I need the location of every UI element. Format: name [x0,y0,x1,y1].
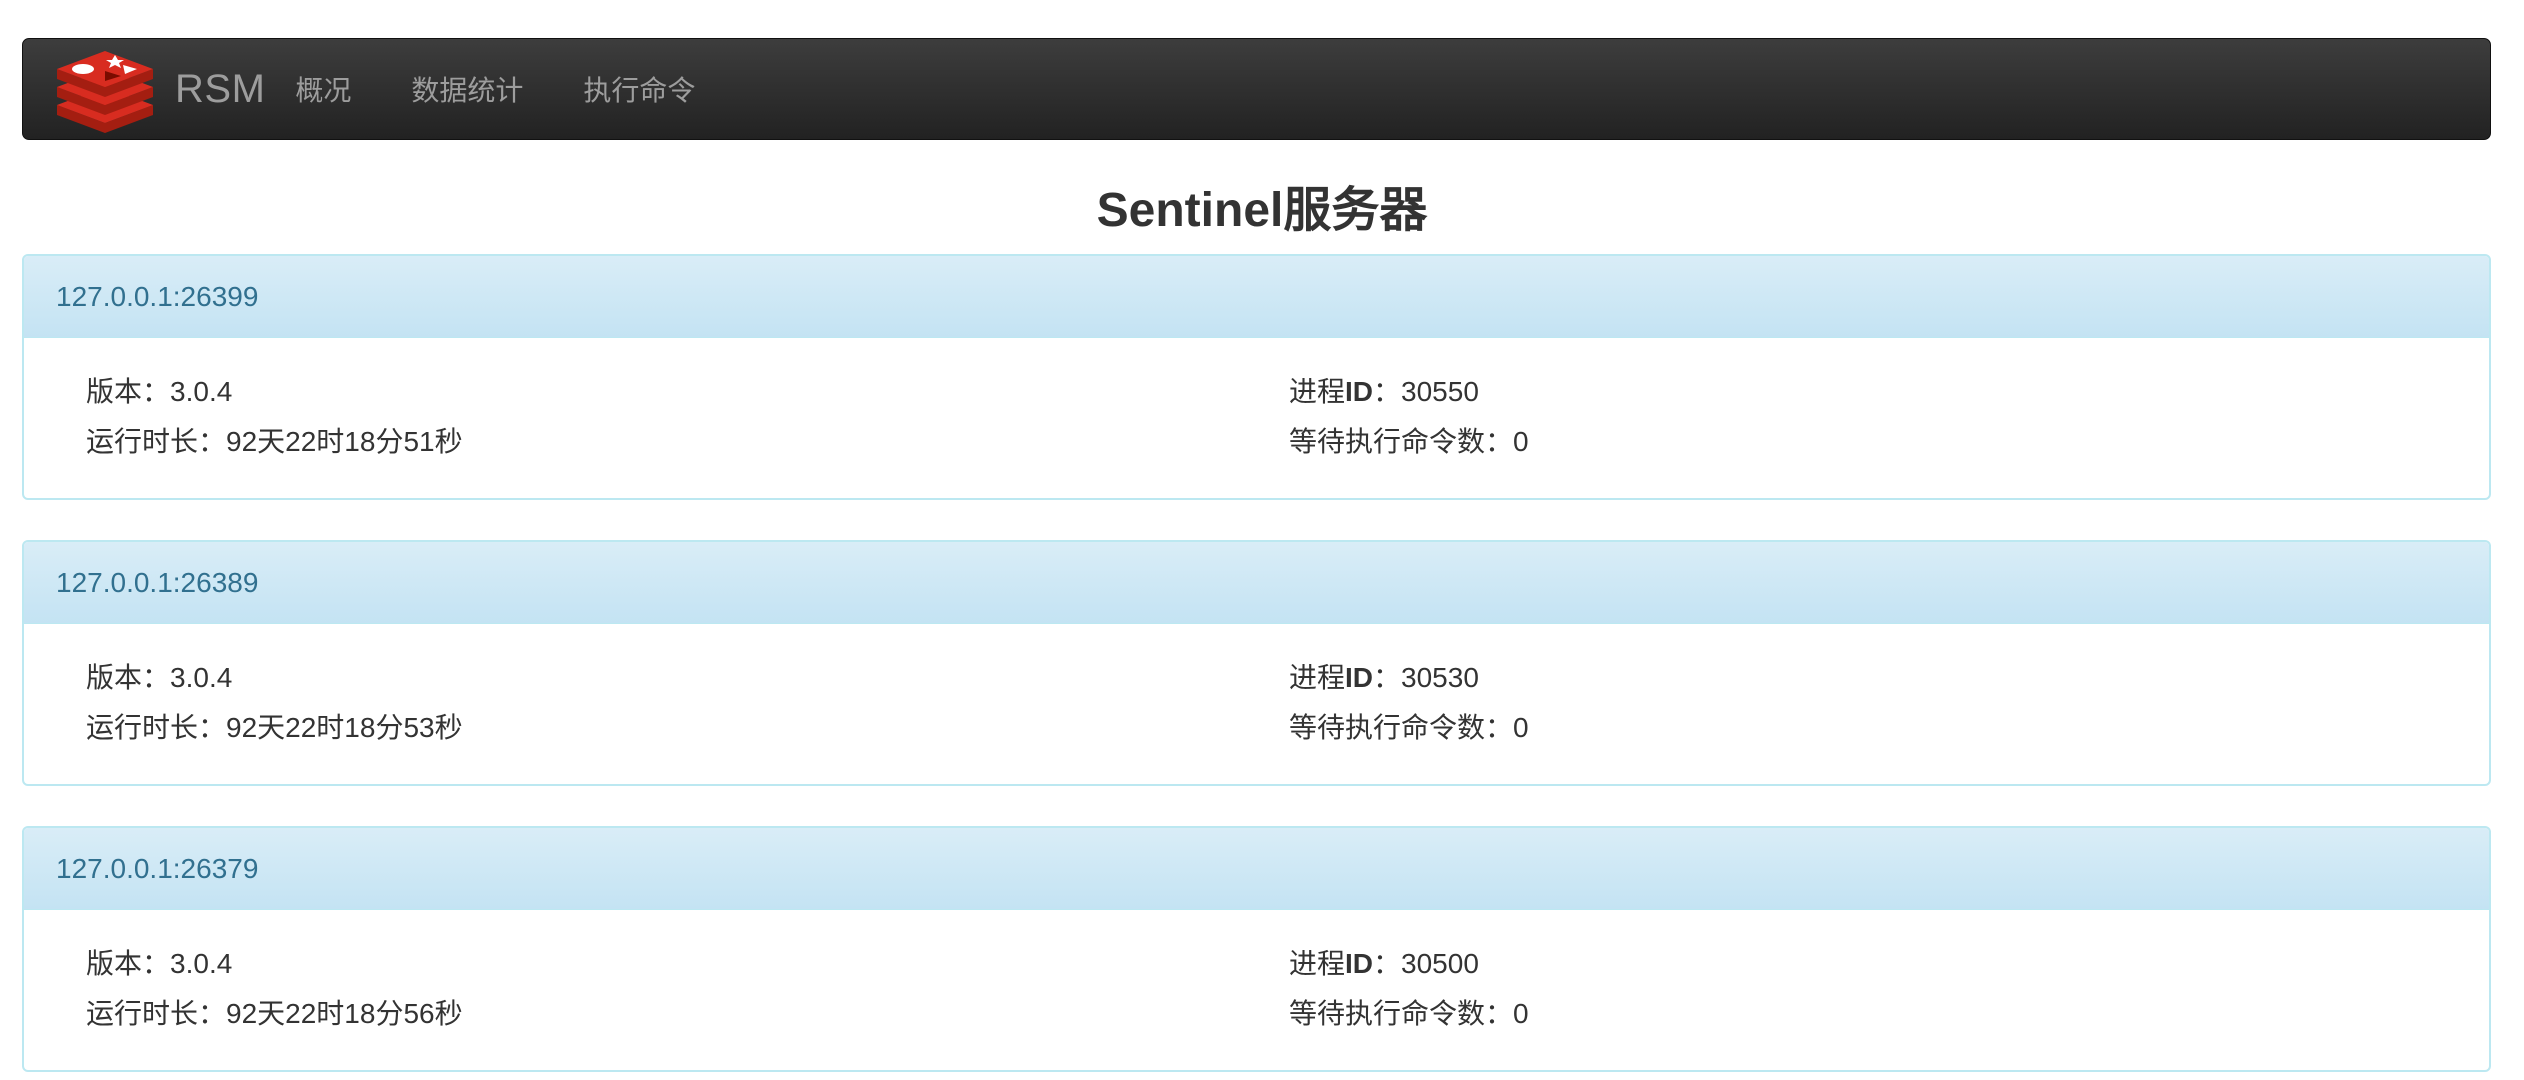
version-field: 版本：3.0.4 [86,942,232,982]
page-title: Sentinel服务器 [1096,184,1428,237]
redis-logo-icon [57,51,153,133]
uptime-value: 92天22时18分53秒 [226,712,463,743]
pending-commands-label: 等待执行命令数： [1289,426,1514,457]
pid-label-prefix: 进程 [1289,948,1346,979]
pid-label-colon: ： [1373,662,1402,693]
pid-field: 进程ID：30530 [1289,656,1479,696]
pid-value: 30530 [1401,662,1479,693]
uptime-field: 运行时长：92天22时18分51秒 [86,420,463,460]
uptime-value: 92天22时18分56秒 [226,998,463,1029]
pending-commands-value: 0 [1513,712,1529,743]
server-panel: 127.0.0.1:26399 版本：3.0.4 运行时长：92天22时18分5… [22,254,2491,500]
pid-label-bold: ID [1345,376,1374,407]
pending-commands-value: 0 [1513,426,1529,457]
pid-label-prefix: 进程 [1289,662,1346,693]
pid-value: 30500 [1401,948,1479,979]
panel-heading: 127.0.0.1:26389 [24,542,2489,624]
uptime-field: 运行时长：92天22时18分53秒 [86,706,463,746]
nav-item-execute-command[interactable]: 执行命令 [583,69,695,109]
uptime-field: 运行时长：92天22时18分56秒 [86,992,463,1032]
version-field: 版本：3.0.4 [86,656,232,696]
version-value: 3.0.4 [170,948,233,979]
panel-heading: 127.0.0.1:26379 [24,828,2489,910]
pending-commands-value: 0 [1513,998,1529,1029]
version-value: 3.0.4 [170,376,233,407]
version-label: 版本： [86,948,171,979]
version-field: 版本：3.0.4 [86,370,232,410]
version-label: 版本： [86,376,171,407]
panel-body: 版本：3.0.4 运行时长：92天22时18分53秒 进程ID：30530 等待… [24,624,2489,784]
panel-heading: 127.0.0.1:26399 [24,256,2489,338]
nav-item-overview[interactable]: 概况 [295,69,351,109]
server-address: 127.0.0.1:26399 [56,280,259,312]
version-value: 3.0.4 [170,662,233,693]
panel-body: 版本：3.0.4 运行时长：92天22时18分56秒 进程ID：30500 等待… [24,910,2489,1070]
uptime-label: 运行时长： [86,998,227,1029]
version-label: 版本： [86,662,171,693]
pid-label-bold: ID [1345,662,1374,693]
pending-commands-field: 等待执行命令数：0 [1289,992,1529,1032]
pid-label-prefix: 进程 [1289,376,1346,407]
uptime-label: 运行时长： [86,426,227,457]
panel-body: 版本：3.0.4 运行时长：92天22时18分51秒 进程ID：30550 等待… [24,338,2489,498]
brand-name: RSM [175,66,266,111]
navbar: RSM 概况 数据统计 执行命令 [22,38,2491,140]
pid-label-colon: ： [1373,376,1402,407]
pid-field: 进程ID：30500 [1289,942,1479,982]
server-address: 127.0.0.1:26379 [56,852,259,884]
server-panel: 127.0.0.1:26379 版本：3.0.4 运行时长：92天22时18分5… [22,826,2491,1072]
pid-label-bold: ID [1345,948,1374,979]
nav-item-statistics[interactable]: 数据统计 [411,69,523,109]
pending-commands-field: 等待执行命令数：0 [1289,706,1529,746]
uptime-label: 运行时长： [86,712,227,743]
pending-commands-label: 等待执行命令数： [1289,712,1514,743]
server-panel: 127.0.0.1:26389 版本：3.0.4 运行时长：92天22时18分5… [22,540,2491,786]
brand-link[interactable]: RSM [53,39,265,139]
server-address: 127.0.0.1:26389 [56,566,259,598]
main-nav: 概况 数据统计 执行命令 [295,39,755,139]
pid-label-colon: ： [1373,948,1402,979]
pending-commands-label: 等待执行命令数： [1289,998,1514,1029]
uptime-value: 92天22时18分51秒 [226,426,463,457]
pid-value: 30550 [1401,376,1479,407]
pending-commands-field: 等待执行命令数：0 [1289,420,1529,460]
pid-field: 进程ID：30550 [1289,370,1479,410]
